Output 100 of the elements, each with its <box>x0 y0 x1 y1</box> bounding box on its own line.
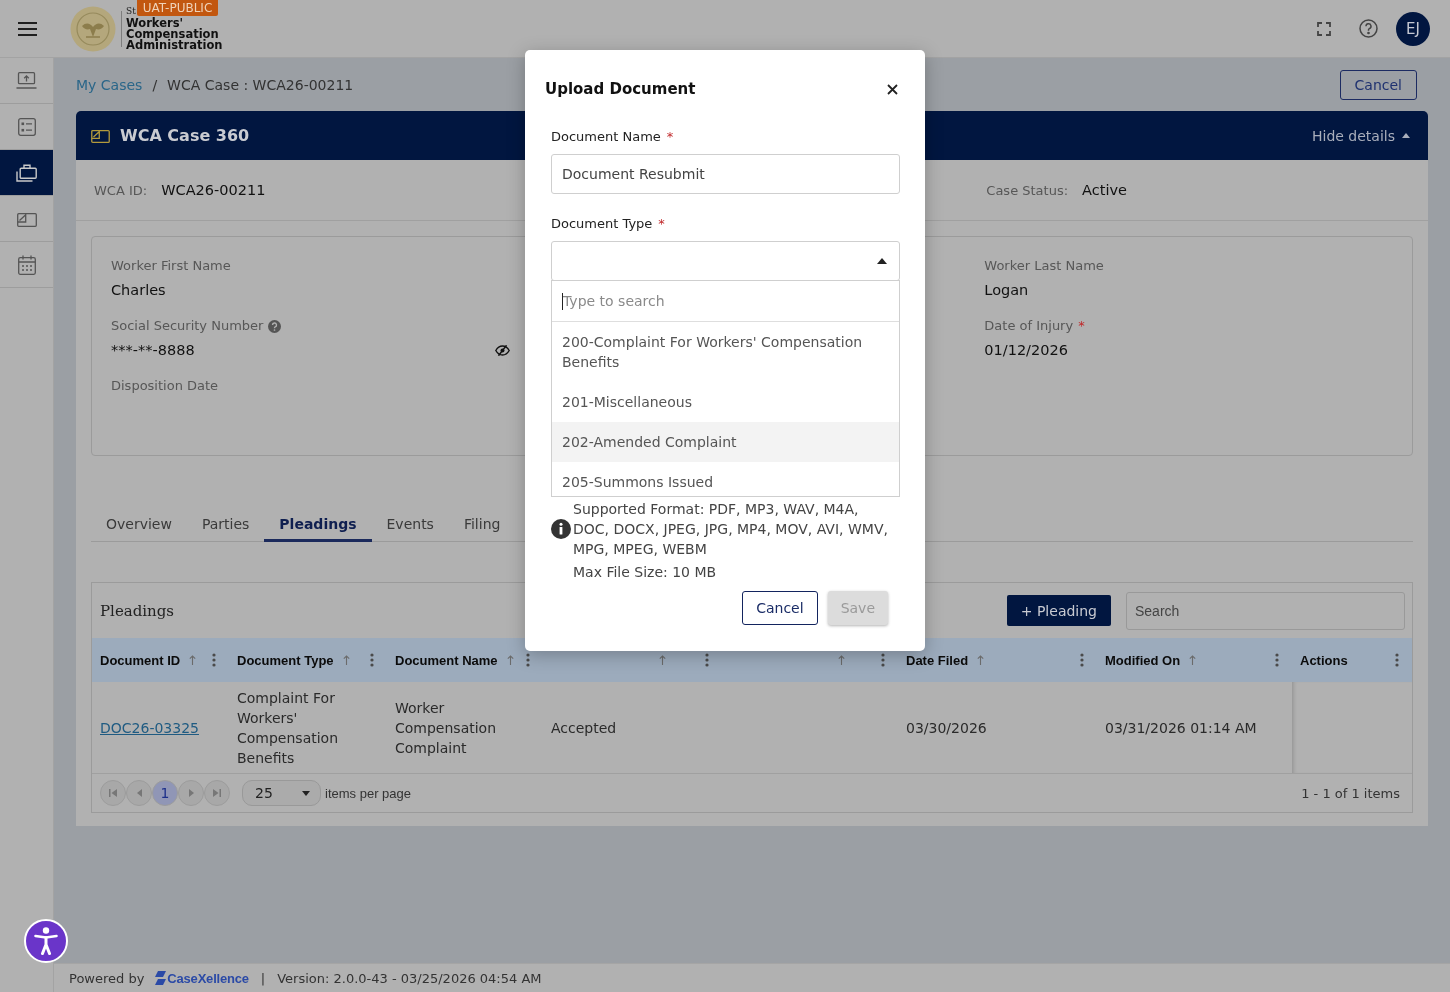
field-label: Document Name <box>551 128 661 146</box>
kebab-menu-icon[interactable] <box>705 653 709 667</box>
document-name-input[interactable]: Document Resubmit <box>551 154 900 194</box>
accessibility-icon <box>34 927 58 955</box>
column-header[interactable]: Document ID <box>100 652 181 668</box>
menu-icon <box>18 21 37 36</box>
monitor-upload-icon <box>16 72 37 89</box>
column-header[interactable]: Actions <box>1300 652 1348 668</box>
next-page-button[interactable] <box>178 780 204 806</box>
first-page-button[interactable] <box>100 780 126 806</box>
case-title: WCA Case 360 <box>120 126 250 145</box>
previous-page-button[interactable] <box>126 780 152 806</box>
column-header[interactable]: Document Type <box>237 652 334 668</box>
page-size-select[interactable]: 25 <box>242 780 321 806</box>
environment-badge: UAT-PUBLIC <box>136 0 219 16</box>
card-icon <box>91 128 110 143</box>
kebab-menu-icon[interactable] <box>212 653 216 667</box>
version-text: Version: 2.0.0-43 - 03/25/2026 04:54 AM <box>277 970 542 986</box>
table-cell-text: Accepted <box>551 718 617 738</box>
dropdown-search-field[interactable]: Type to search <box>552 281 899 321</box>
last-page-button[interactable] <box>204 780 230 806</box>
search-field[interactable]: Search <box>1126 591 1405 630</box>
dropdown-option[interactable]: 201-Miscellaneous <box>552 382 899 422</box>
logo-small-text: St <box>126 6 136 16</box>
field-label: Social Security Number <box>111 317 264 335</box>
column-header[interactable]: Document Name <box>395 652 498 668</box>
page-button[interactable]: 1 <box>152 780 178 806</box>
cancel-button[interactable]: Cancel <box>742 591 818 625</box>
field-value: Charles <box>111 281 166 300</box>
required-mark: * <box>666 128 674 146</box>
brand-logo-icon <box>155 971 167 985</box>
calendar-icon <box>17 254 36 275</box>
dropdown-option[interactable]: 202-Amended Complaint <box>552 422 899 462</box>
field-value: 01/12/2026 <box>984 341 1068 360</box>
breadcrumb-current: WCA Case : WCA26-00211 <box>167 76 354 93</box>
dropdown-option[interactable]: 200-Complaint For Workers' Compensation Benefits <box>552 322 899 382</box>
tab[interactable]: Overview <box>91 505 187 542</box>
field-value: ***-**-8888 <box>111 341 195 360</box>
close-button[interactable] <box>887 83 898 95</box>
tab[interactable]: Parties <box>186 505 265 542</box>
briefcase-icon <box>16 163 37 182</box>
eye-slash-icon[interactable] <box>494 344 510 356</box>
kebab-menu-icon[interactable] <box>881 653 885 667</box>
sort-arrow-icon[interactable] <box>342 655 350 665</box>
kebab-menu-icon[interactable] <box>1275 653 1279 667</box>
required-mark: * <box>658 215 665 233</box>
help-button[interactable] <box>1359 19 1378 38</box>
kebab-menu-icon[interactable] <box>370 653 374 667</box>
kebab-menu-icon[interactable] <box>1080 653 1084 667</box>
column-header[interactable]: Modified On <box>1105 652 1181 668</box>
field-label: Date of Injury <box>984 317 1074 335</box>
sort-arrow-icon[interactable] <box>189 655 197 665</box>
sort-arrow-icon[interactable] <box>1189 655 1197 665</box>
field-label: Disposition Date <box>111 377 219 395</box>
breadcrumb-separator: / <box>152 76 158 93</box>
required-mark: * <box>1078 317 1085 335</box>
item-count: 1 - 1 of 1 items <box>1301 785 1400 801</box>
field-value: Logan <box>984 281 1029 300</box>
footer-separator: | <box>260 970 266 986</box>
cancel-button[interactable]: Cancel <box>1339 69 1417 100</box>
max-size-text: Max File Size: 10 MB <box>573 563 718 582</box>
caret-up-icon <box>1402 133 1410 138</box>
tab[interactable]: Events <box>371 505 449 542</box>
field-value: WCA26-00211 <box>161 182 266 198</box>
caret-down-icon <box>302 790 310 796</box>
field-label: Case Status: <box>986 183 1069 198</box>
fullscreen-button[interactable] <box>1317 21 1331 36</box>
panel-title: Pleadings <box>100 601 175 620</box>
supported-formats-text: Supported Format: PDF, MP3, WAV, M4A, DOC, DOCX, JPEG, JPG, MP4, MOV, AVI, WMV, MPG, MPEG, WEBM <box>573 500 889 559</box>
page-size-label: items per page <box>325 785 411 801</box>
field-label: WCA ID: <box>94 183 148 198</box>
kebab-menu-icon[interactable] <box>1395 653 1399 667</box>
footer-text: Powered by <box>69 970 145 986</box>
help-icon <box>1359 19 1378 38</box>
card-icon <box>16 210 37 227</box>
caret-up-icon <box>877 258 887 264</box>
close-icon <box>887 83 898 95</box>
help-icon[interactable] <box>268 319 282 333</box>
menu-button[interactable] <box>18 21 37 36</box>
field-label: Worker First Name <box>111 257 231 275</box>
sort-arrow-icon[interactable] <box>506 655 514 665</box>
sidebar-item[interactable] <box>0 150 53 196</box>
logo-text: Workers' Compensation Administration <box>126 18 223 51</box>
add-pleading-button[interactable]: + Pleading <box>1006 595 1111 626</box>
tab[interactable]: Filing <box>448 505 516 542</box>
table-cell-text: 03/30/2026 <box>906 718 987 738</box>
tab[interactable]: Pleadings <box>264 505 372 542</box>
kebab-menu-icon[interactable] <box>526 653 530 667</box>
sort-arrow-icon[interactable] <box>838 655 845 665</box>
checklist-icon <box>17 117 36 136</box>
field-value: Active <box>1082 182 1127 198</box>
hide-details-toggle[interactable]: Hide details <box>1312 127 1410 144</box>
column-header[interactable]: Date Filed <box>906 652 969 668</box>
brand-name: CaseXellence <box>167 970 249 986</box>
fullscreen-icon <box>1317 21 1331 36</box>
sort-arrow-icon[interactable] <box>659 655 666 665</box>
dropdown-option[interactable]: 205-Summons Issued <box>552 462 899 496</box>
user-avatar[interactable]: EJ <box>1396 11 1430 46</box>
sort-arrow-icon[interactable] <box>977 655 985 665</box>
info-icon <box>551 519 571 539</box>
